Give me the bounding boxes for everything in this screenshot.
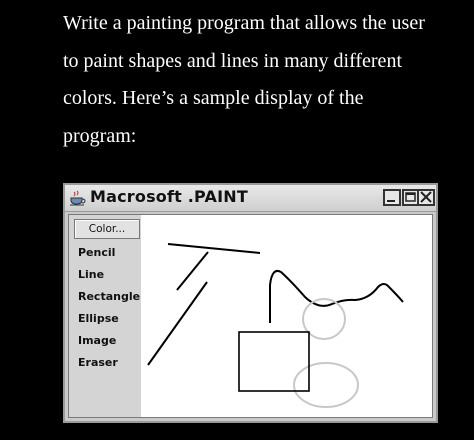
problem-statement: Write a painting program that allows the… bbox=[63, 5, 463, 155]
maximize-icon bbox=[405, 192, 416, 202]
problem-line-1: Write a painting program that allows the… bbox=[63, 12, 425, 34]
title-bar[interactable]: Macrosoft .PAINT bbox=[65, 185, 436, 212]
drawn-line-diagonal-short bbox=[176, 251, 209, 291]
paint-window: Macrosoft .PAINT Color... Pencil Line Re… bbox=[63, 183, 438, 423]
tool-ellipse[interactable]: Ellipse bbox=[78, 312, 119, 325]
client-area: Color... Pencil Line Rectangle Ellipse I… bbox=[68, 214, 433, 418]
drawn-ellipse-lower bbox=[293, 362, 359, 408]
tool-rectangle[interactable]: Rectangle bbox=[78, 290, 140, 303]
problem-line-4: program: bbox=[63, 124, 137, 147]
tool-eraser[interactable]: Eraser bbox=[78, 356, 118, 369]
minimize-icon bbox=[387, 200, 395, 202]
coffee-cup-icon bbox=[69, 189, 87, 207]
window-title: Macrosoft .PAINT bbox=[90, 187, 248, 206]
tool-pencil[interactable]: Pencil bbox=[78, 246, 115, 259]
drawn-line-diagonal-long bbox=[147, 281, 208, 366]
tool-image[interactable]: Image bbox=[78, 334, 116, 347]
tool-line[interactable]: Line bbox=[78, 268, 104, 281]
drawn-rectangle bbox=[238, 331, 310, 392]
color-button[interactable]: Color... bbox=[74, 219, 140, 239]
close-icon bbox=[420, 191, 432, 203]
drawn-line-top bbox=[167, 243, 261, 254]
minimize-button[interactable] bbox=[383, 189, 401, 206]
problem-line-2: to paint shapes and lines in many differ… bbox=[63, 49, 402, 72]
close-button[interactable] bbox=[417, 189, 435, 206]
problem-line-3: colors. Here’s a sample display of the bbox=[63, 87, 364, 109]
drawing-canvas[interactable] bbox=[141, 215, 432, 417]
tool-sidebar: Color... Pencil Line Rectangle Ellipse I… bbox=[69, 215, 141, 417]
pencil-stroke bbox=[269, 269, 404, 323]
